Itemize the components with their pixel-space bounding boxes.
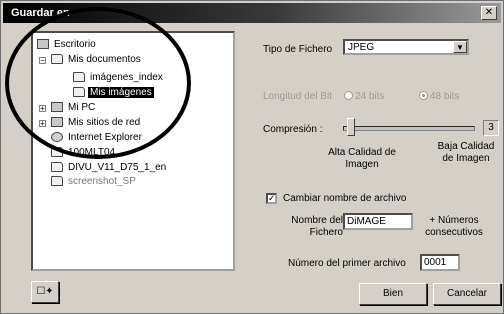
radio-selected-icon	[419, 91, 428, 100]
rename-checkbox-label: Cambiar nombre de archivo	[283, 193, 407, 204]
tree-item-divu[interactable]: DIVU_V11_D75_1_en	[51, 162, 168, 174]
file-type-value: JPEG	[348, 42, 375, 53]
file-type-label: Tipo de Fichero	[263, 44, 333, 55]
tree-item-label: DIVU_V11_D75_1_en	[68, 162, 167, 173]
dropdown-arrow-icon: ▼	[453, 41, 467, 53]
radio-24-bits[interactable]: 24 bits	[344, 91, 384, 102]
rename-checkbox[interactable]: ✓	[266, 193, 277, 204]
file-name-label: Nombre del Fichero	[291, 215, 343, 238]
file-name-input[interactable]: DiMAGE	[343, 213, 413, 230]
ok-button[interactable]: Bien	[359, 283, 427, 305]
tree-item-label: screenshot_SP	[68, 176, 136, 187]
check-icon: ✓	[268, 193, 276, 203]
first-number-label: Número del primer archivo	[288, 258, 406, 269]
radio-24-label: 24 bits	[355, 91, 385, 102]
close-button[interactable]: ✕	[481, 6, 497, 20]
close-icon: ✕	[484, 7, 494, 18]
file-type-select[interactable]: JPEG ▼	[343, 39, 469, 55]
compression-slider-track[interactable]	[343, 126, 475, 131]
folder-icon	[51, 162, 63, 172]
compression-value: 3	[483, 120, 499, 136]
new-folder-button[interactable]: ☐✦	[31, 281, 59, 303]
radio-48-bits[interactable]: 48 bits	[419, 91, 459, 102]
consecutive-numbers-label: + Números consecutivos	[425, 215, 483, 238]
compression-high-quality-caption: Alta Calidad de Imagen	[328, 147, 396, 170]
folder-icon	[51, 176, 63, 186]
tree-item-screenshot[interactable]: screenshot_SP	[51, 176, 138, 188]
bit-depth-label: Longitud del Bit	[263, 91, 332, 102]
new-folder-icon: ☐✦	[36, 286, 54, 297]
compression-low-quality-caption: Baja Calidad de Imagen	[437, 141, 495, 164]
cancel-button[interactable]: Cancelar	[433, 283, 501, 305]
radio-icon	[344, 91, 353, 100]
save-dialog: Guardar en ✕ Escritorio − Mis documentos…	[0, 0, 504, 314]
first-number-input[interactable]: 0001	[420, 254, 460, 271]
annotation-circle	[5, 7, 191, 159]
radio-48-label: 48 bits	[430, 91, 460, 102]
compression-label: Compresión :	[263, 124, 323, 135]
compression-slider-thumb[interactable]	[347, 118, 355, 136]
